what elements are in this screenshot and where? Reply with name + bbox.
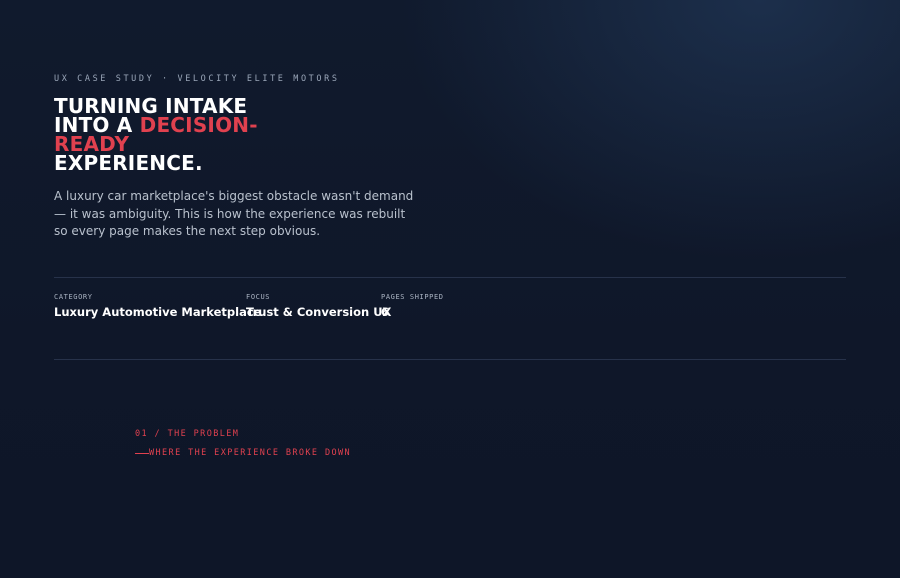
meta-category-value: Luxury Automotive Marketplace [54,305,262,319]
section-subtitle-text: WHERE THE EXPERIENCE BROKE DOWN [149,448,352,458]
case-study-page: UX CASE STUDY · VELOCITY ELITE MOTORS TU… [0,0,900,578]
meta-pages-shipped-label: PAGES SHIPPED [381,293,444,301]
headline-accent-decision: DECISION- [139,113,258,137]
meta-focus-value: Trust & Conversion UX [246,305,392,319]
meta-focus-label: FOCUS [246,293,271,301]
meta-pages-shipped: PAGES SHIPPED 6 [381,293,444,319]
meta-category-label: CATEGORY [54,293,93,301]
meta-pages-shipped-value: 6 [381,305,390,319]
section-subtitle: WHERE THE EXPERIENCE BROKE DOWN [135,448,351,458]
divider-top [54,277,846,278]
meta-category: CATEGORY Luxury Automotive Marketplace [54,293,261,319]
headline-line-4: EXPERIENCE. [54,151,203,175]
divider-bottom [54,359,846,360]
hero-eyebrow: UX CASE STUDY · VELOCITY ELITE MOTORS [54,74,340,84]
hero-lede: A luxury car marketplace's biggest obsta… [54,189,414,238]
section-number: 01 / THE PROBLEM [135,429,240,439]
hero-headline: TURNING INTAKE INTO A DECISION- READY EX… [54,96,258,175]
meta-focus: FOCUS Trust & Conversion UX [246,293,391,319]
section-subtitle-rule [135,452,149,454]
